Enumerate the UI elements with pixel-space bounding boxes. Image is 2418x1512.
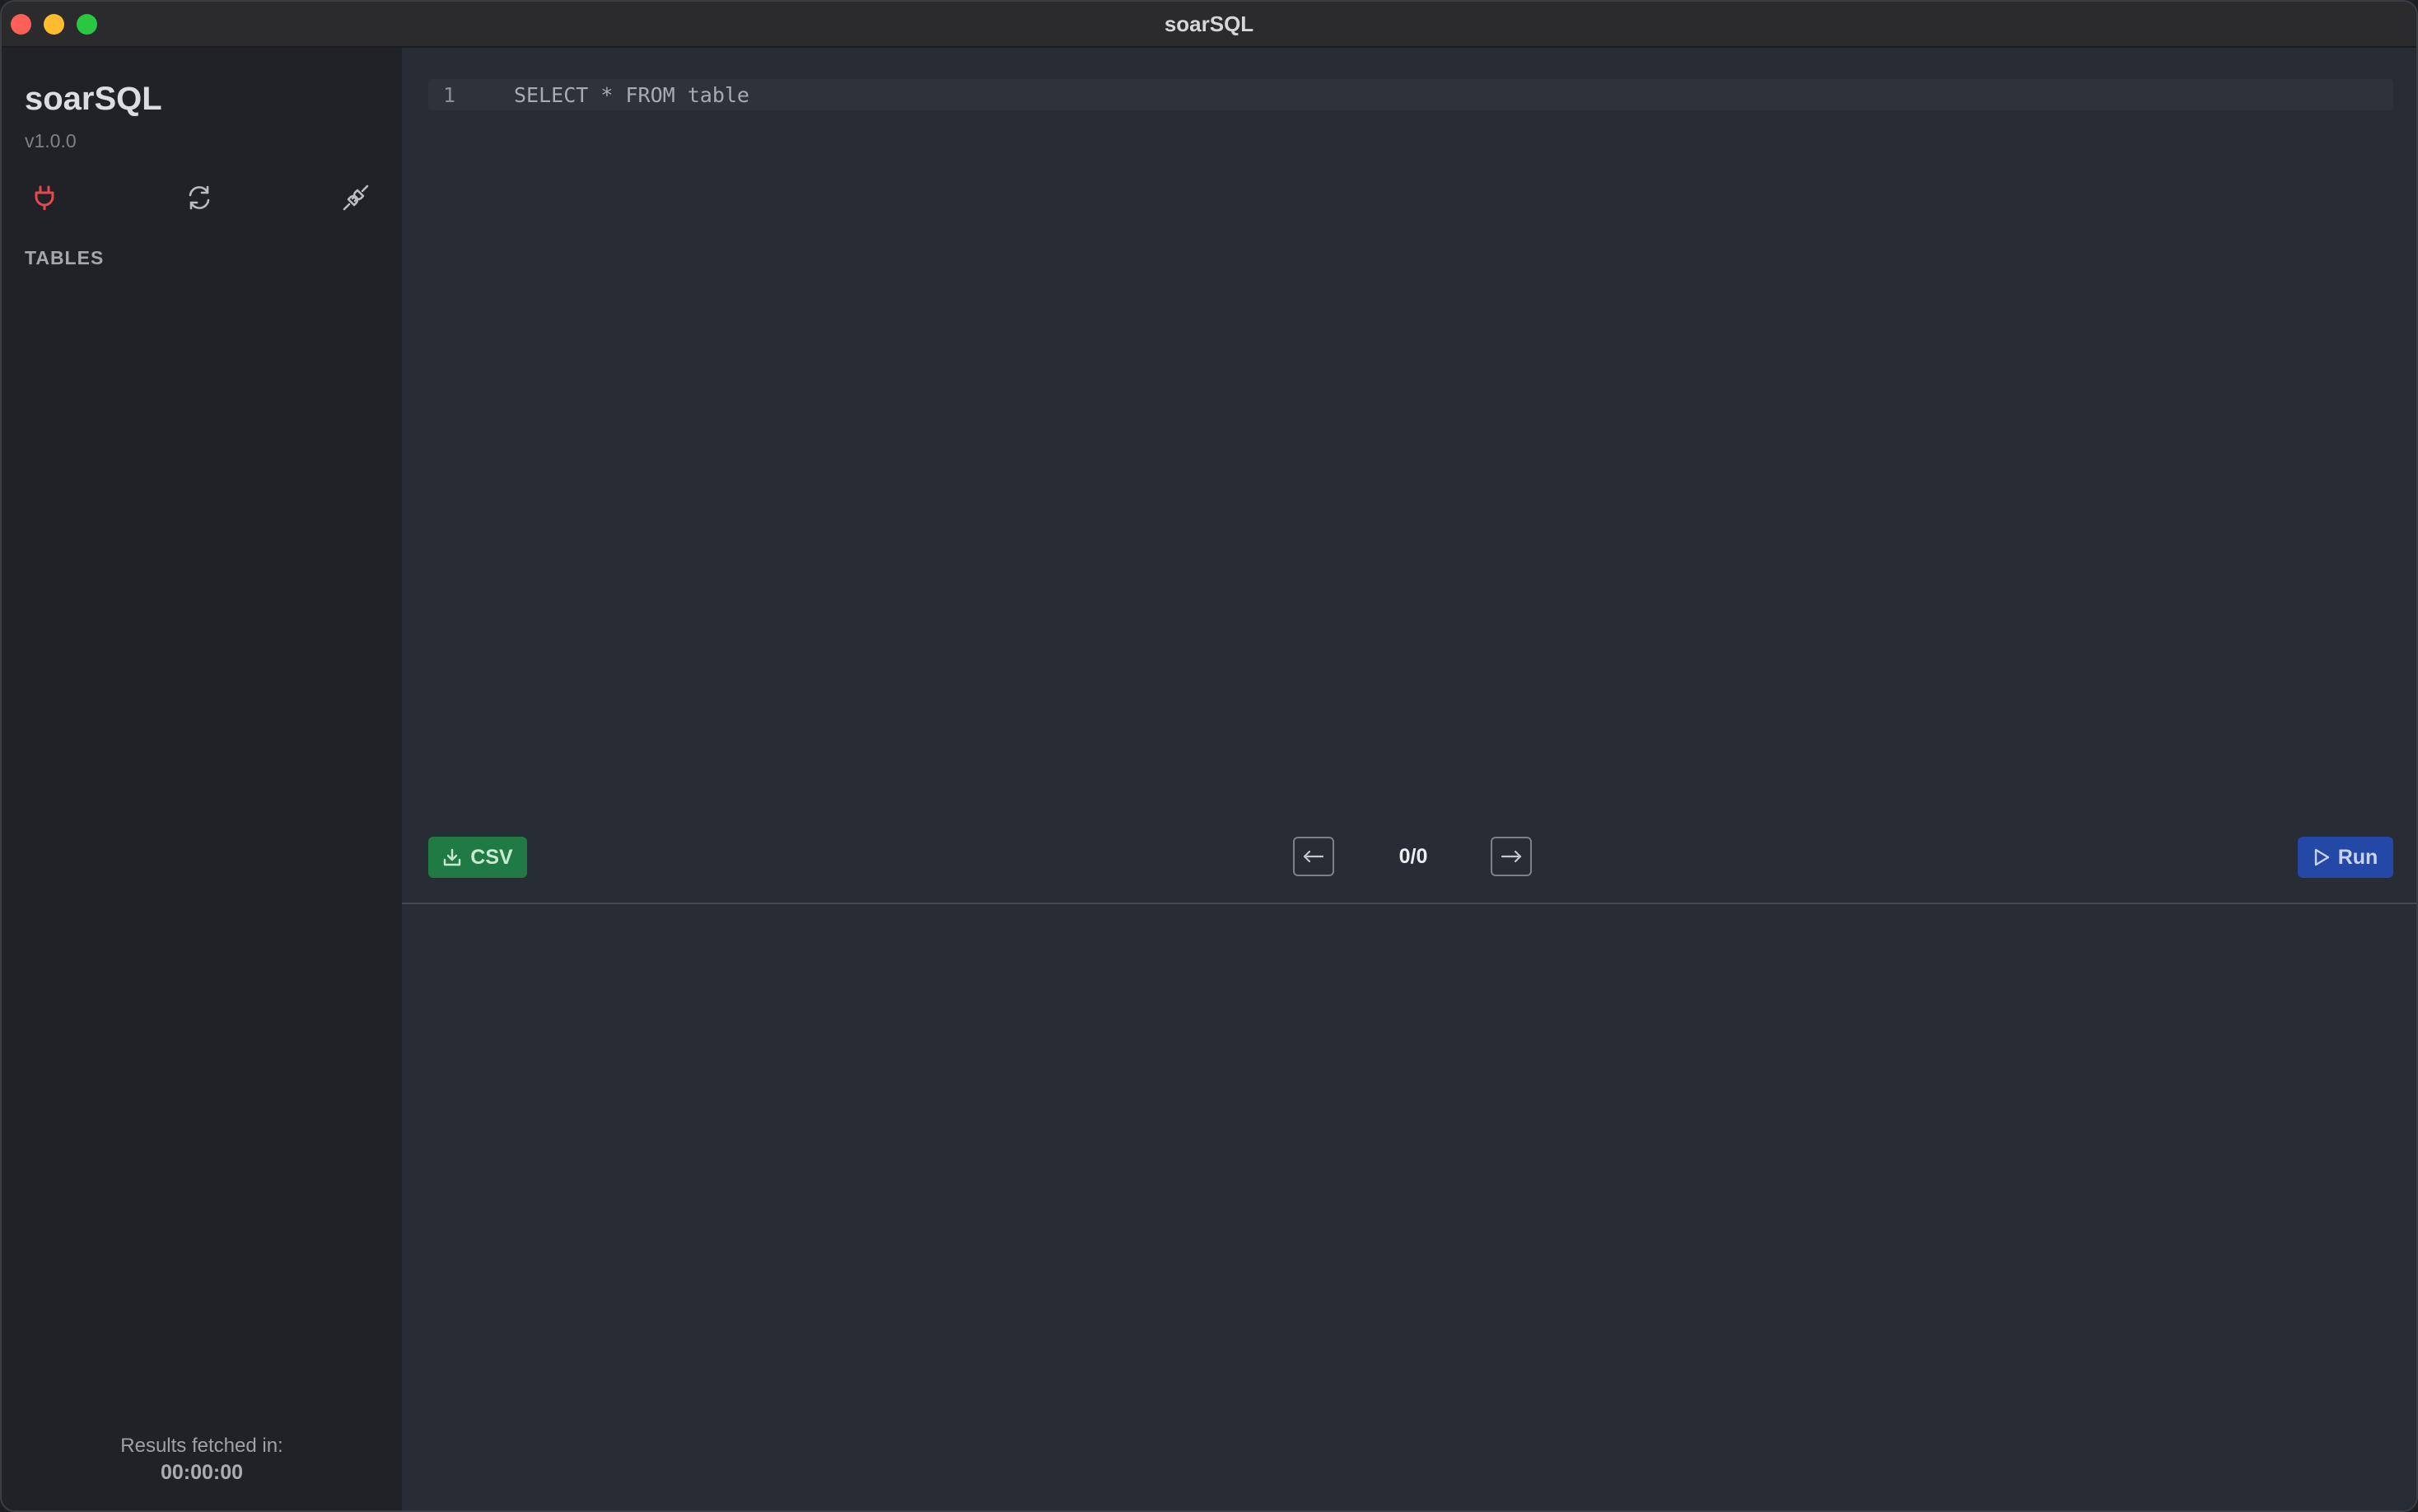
- title-bar: soarSQL: [2, 2, 2416, 48]
- previous-page-button[interactable]: [1293, 837, 1334, 876]
- main-panel: 1 SELECT * FROM table CSV 0/0 Run: [402, 48, 2416, 1510]
- csv-button-label: CSV: [470, 845, 513, 869]
- app-name: soarSQL: [25, 81, 162, 117]
- window-title: soarSQL: [1164, 12, 1254, 36]
- tables-heading: TABLES: [25, 247, 105, 268]
- run-button-label: Run: [2337, 845, 2378, 869]
- disconnect-icon[interactable]: [339, 181, 372, 214]
- run-query-button[interactable]: Run: [2298, 837, 2393, 878]
- next-page-button[interactable]: [1491, 837, 1532, 876]
- sidebar: soarSQL v1.0.0 TABLES Results fetched in…: [2, 48, 402, 1510]
- app-version: v1.0.0: [25, 130, 77, 152]
- line-number: 1: [443, 83, 456, 107]
- app-window: soarSQL soarSQL v1.0.0 TABLES Results fe…: [0, 0, 2418, 1512]
- code-text[interactable]: SELECT * FROM table: [514, 83, 749, 107]
- refresh-icon[interactable]: [183, 181, 216, 214]
- fetch-time-label: Results fetched in:: [120, 1435, 283, 1457]
- play-icon: [2314, 848, 2329, 866]
- results-panel: [402, 904, 2416, 1510]
- editor-line[interactable]: 1 SELECT * FROM table: [428, 79, 2393, 110]
- arrow-left-icon: [1303, 851, 1324, 862]
- arrow-right-icon: [1501, 851, 1522, 862]
- export-csv-button[interactable]: CSV: [428, 837, 527, 878]
- page-count: 0/0: [1398, 845, 1428, 868]
- download-icon: [444, 848, 461, 866]
- plug-icon[interactable]: [28, 181, 61, 214]
- fetch-time-value: 00:00:00: [160, 1461, 244, 1484]
